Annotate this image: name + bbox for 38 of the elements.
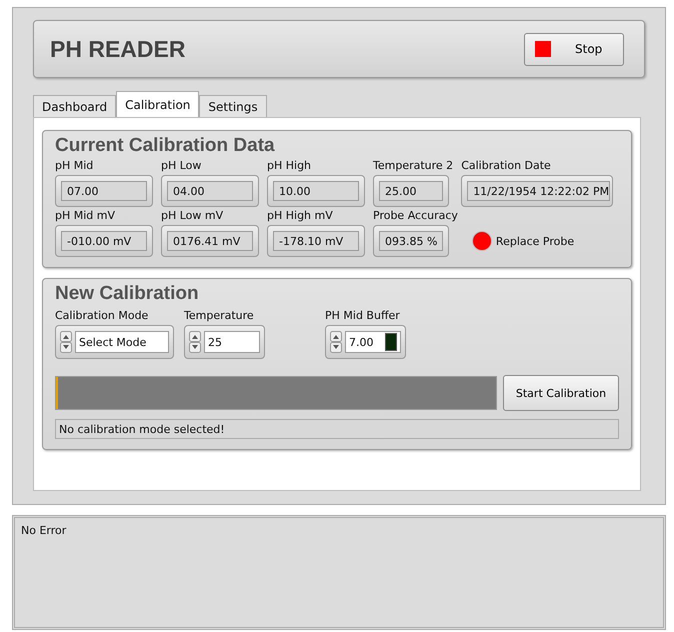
field-label: pH High mV [267,209,334,222]
value-display: 07.00 [55,175,153,207]
field-label: Temperature 2 [373,159,454,172]
value-display: 093.85 % [373,225,449,257]
status-message: No calibration mode selected! [55,419,619,439]
app-title: PH READER [50,36,186,62]
tab[interactable]: Settings [199,95,267,117]
field-label: pH Low mV [161,209,224,222]
control-label: Temperature [184,309,255,322]
stop-button[interactable]: Stop [524,32,624,66]
value-display: 25.00 [373,175,449,207]
value-display: -010.00 mV [55,225,153,257]
field-label: Calibration Date [461,159,552,172]
field-label: Probe Accuracy [373,209,458,222]
tab[interactable]: Calibration [116,91,200,117]
input-field[interactable]: 7.00 [345,331,401,353]
group-title: Current Calibration Data [55,135,276,157]
value-display: 11/22/1954 12:22:02 PM [461,175,614,207]
control-label: Calibration Mode [55,309,150,322]
field-label: pH Low [161,159,202,172]
control-label: PH Mid Buffer [325,309,401,322]
field-label: pH Mid mV [55,209,116,222]
spinner-arrows-icon[interactable] [60,331,72,353]
lamp-label: Replace Probe [496,234,574,248]
group-title: New Calibration [55,283,200,305]
error-text: No Error [21,524,66,537]
start-calibration-button[interactable]: Start Calibration [503,375,619,411]
input-field[interactable]: 25 [204,331,260,353]
tab[interactable]: Dashboard [33,95,116,117]
field-label: pH High [267,159,312,172]
value-display: 0176.41 mV [161,225,259,257]
field-label: pH Mid [55,159,94,172]
input-field[interactable]: Select Mode [75,331,169,353]
spinner-arrows-icon[interactable] [330,331,342,353]
value-display: 04.00 [161,175,259,207]
spinner-arrows-icon[interactable] [189,331,201,353]
value-display: -178.10 mV [267,225,365,257]
value-display: 10.00 [267,175,365,207]
